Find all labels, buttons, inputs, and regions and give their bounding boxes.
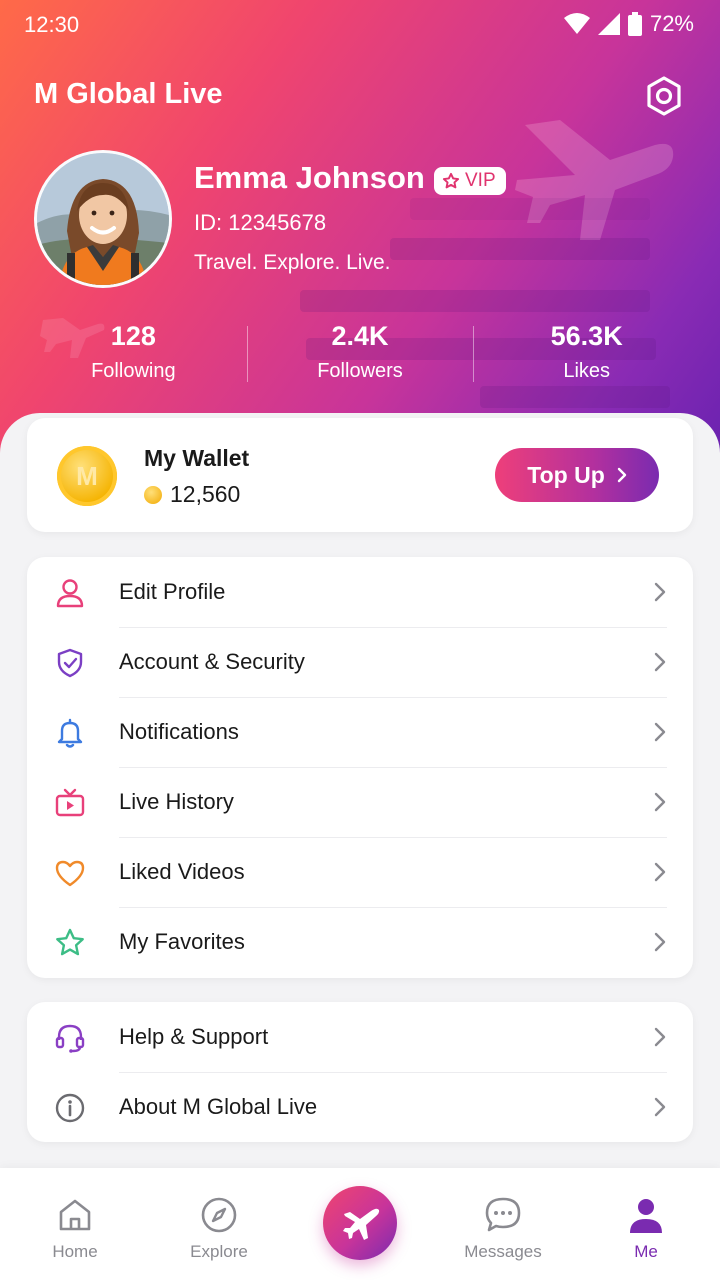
bell-icon: [53, 716, 87, 750]
menu-item-liked-videos[interactable]: Liked Videos: [27, 837, 693, 907]
chat-icon: [485, 1197, 521, 1232]
battery-percentage: 72%: [649, 11, 694, 36]
menu-item-label: Notifications: [119, 719, 239, 744]
nav-label: Me: [634, 1242, 658, 1261]
nav-explore[interactable]: Explore: [164, 1194, 274, 1262]
star-icon: [442, 172, 460, 189]
chevron-right-icon: [617, 467, 626, 483]
menu-item-help-support[interactable]: Help & Support: [27, 1002, 693, 1072]
battery-icon: [627, 12, 642, 36]
wallet-title: My Wallet: [144, 445, 250, 471]
stat-label: Followers: [317, 360, 403, 382]
user-bio: Travel. Explore. Live.: [194, 251, 391, 274]
nav-label: Messages: [464, 1242, 542, 1261]
menu-item-account-security[interactable]: Account & Security: [27, 627, 693, 697]
top-up-button[interactable]: Top Up: [495, 448, 659, 502]
profile-stats: 128 Following 2.4K Followers 56.3K Likes: [20, 318, 700, 390]
support-menu: Help & Support About M Global Live: [27, 1002, 693, 1142]
heart-icon: [53, 856, 87, 890]
compass-icon: [201, 1197, 237, 1233]
top-up-label: Top Up: [527, 461, 605, 488]
chevron-right-icon: [654, 792, 666, 812]
stat-value: 128: [110, 321, 156, 351]
coin-icon: M: [57, 446, 117, 506]
nav-home[interactable]: Home: [20, 1194, 130, 1262]
wifi-icon: [563, 13, 590, 34]
menu-item-label: Edit Profile: [119, 579, 226, 604]
menu-item-label: Liked Videos: [119, 859, 245, 884]
nav-label: Explore: [190, 1242, 248, 1261]
stat-label: Likes: [563, 360, 611, 382]
star-icon: [53, 926, 87, 960]
nav-messages[interactable]: Messages: [448, 1194, 558, 1262]
wallet-balance: 12,560: [144, 481, 240, 508]
status-time: 12:30: [24, 12, 80, 37]
stat-value: 2.4K: [331, 321, 389, 351]
menu-item-notifications[interactable]: Notifications: [27, 697, 693, 767]
coin-small-icon: [144, 485, 162, 504]
headset-icon: [53, 1021, 87, 1055]
stat-value: 56.3K: [550, 321, 623, 351]
chevron-right-icon: [654, 862, 666, 882]
airplane-icon: [343, 1208, 380, 1240]
menu-item-label: My Favorites: [119, 929, 245, 954]
user-id: ID: 12345678: [194, 210, 327, 235]
nav-center-button[interactable]: [323, 1186, 397, 1260]
stat-likes[interactable]: 56.3K Likes: [473, 318, 700, 390]
settings-button[interactable]: [640, 72, 688, 120]
avatar-photo: [37, 153, 169, 285]
vip-label: VIP: [465, 170, 496, 191]
nav-me[interactable]: Me: [591, 1194, 701, 1262]
user-icon: [53, 576, 87, 610]
app-title: M Global Live: [34, 78, 223, 110]
menu-item-label: Account & Security: [119, 649, 305, 674]
menu-item-label: Help & Support: [119, 1024, 269, 1049]
person-icon: [630, 1199, 662, 1233]
menu-item-label: Live History: [119, 789, 234, 814]
wallet-balance-value: 12,560: [170, 481, 241, 507]
stat-following[interactable]: 128 Following: [20, 318, 247, 390]
signal-icon: [597, 13, 620, 35]
home-icon: [59, 1199, 91, 1231]
settings-menu: Edit Profile Account & Security Notifica…: [27, 557, 693, 978]
chevron-right-icon: [654, 722, 666, 742]
wallet-card[interactable]: M My Wallet 12,560 Top Up: [27, 418, 693, 532]
stat-label: Following: [91, 360, 176, 382]
status-bar: 12:30 72%: [0, 0, 720, 50]
menu-item-my-favorites[interactable]: My Favorites: [27, 907, 693, 977]
settings-icon: [647, 76, 681, 116]
shield-check-icon: [53, 646, 87, 680]
user-name: Emma Johnson: [194, 160, 425, 195]
menu-item-edit-profile[interactable]: Edit Profile: [27, 557, 693, 627]
menu-item-label: About M Global Live: [119, 1094, 318, 1119]
chevron-right-icon: [654, 582, 666, 602]
avatar[interactable]: [34, 150, 172, 288]
info-icon: [53, 1091, 87, 1125]
bottom-navigation: Home Explore Messages Me: [0, 1168, 720, 1280]
menu-item-live-history[interactable]: Live History: [27, 767, 693, 837]
stat-followers[interactable]: 2.4K Followers: [246, 318, 474, 390]
chevron-right-icon: [654, 1097, 666, 1117]
chevron-right-icon: [654, 652, 666, 672]
menu-item-about[interactable]: About M Global Live: [27, 1072, 693, 1142]
chevron-right-icon: [654, 1027, 666, 1047]
tv-play-icon: [53, 786, 87, 820]
vip-badge: VIP: [434, 167, 506, 195]
nav-label: Home: [52, 1242, 98, 1261]
chevron-right-icon: [654, 932, 666, 952]
